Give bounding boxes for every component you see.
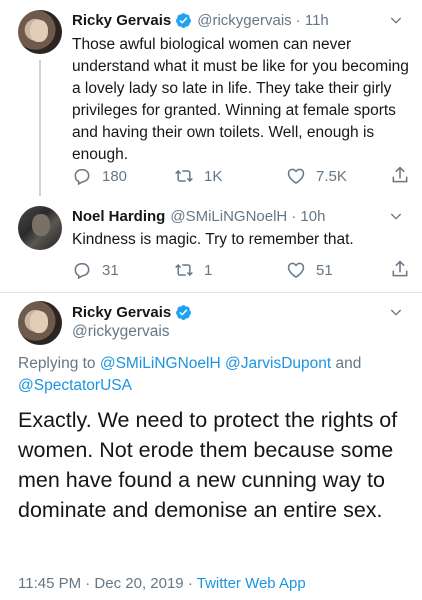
avatar[interactable] (18, 301, 62, 345)
chevron-down-icon[interactable] (388, 304, 404, 320)
tweet-header: Noel Harding @SMiLiNGNoelH · 10h (72, 205, 408, 227)
tweet-source-link[interactable]: Twitter Web App (197, 575, 306, 592)
main-tweet: Ricky Gervais @rickygervais Replying to … (0, 293, 422, 600)
tweet-time[interactable]: · 11h (296, 12, 329, 29)
avatar-face (30, 20, 48, 42)
avatar[interactable] (18, 10, 62, 54)
like-icon (287, 168, 305, 184)
avatar-face (30, 311, 48, 333)
tweet-actions: 180 1K 7.5K (72, 164, 410, 188)
reply-icon (74, 169, 90, 186)
retweet-button[interactable]: 1 (174, 258, 212, 282)
tweet-2[interactable]: Noel Harding @SMiLiNGNoelH · 10h Kindnes… (0, 196, 422, 292)
reply-icon (74, 263, 90, 280)
retweet-icon (175, 263, 193, 277)
like-count: 51 (316, 261, 333, 279)
tweet-text: Those awful biological women can never u… (72, 36, 409, 163)
reply-mention-link[interactable]: @JarvisDupont (225, 355, 331, 372)
share-icon[interactable] (390, 164, 410, 186)
reply-mention-link[interactable]: @SpectatorUSA (18, 377, 132, 394)
reply-mention-link[interactable]: @SMiLiNGNoelH (100, 355, 221, 372)
tweet-1[interactable]: Ricky Gervais @rickygervais · 11h Those … (0, 0, 422, 196)
thread-line (39, 60, 41, 196)
reply-button[interactable]: 180 (72, 164, 127, 188)
avatar[interactable] (18, 206, 62, 250)
tweet-header: Ricky Gervais @rickygervais · 11h (72, 9, 408, 31)
tweet-text: Exactly. We need to protect the rights o… (18, 408, 398, 522)
tweet-timestamp[interactable]: 11:45 PM · Dec 20, 2019 · (18, 575, 193, 592)
replying-to-label: Replying to (18, 355, 96, 372)
retweet-count: 1K (204, 167, 223, 185)
author-name[interactable]: Noel Harding (72, 208, 165, 225)
like-count: 7.5K (316, 167, 347, 185)
like-button[interactable]: 7.5K (286, 164, 347, 188)
reply-button[interactable]: 31 (72, 258, 119, 282)
verified-badge-icon (176, 304, 192, 320)
chevron-down-icon[interactable] (388, 208, 404, 224)
tweet-time[interactable]: · 10h (291, 208, 325, 225)
replying-to-and: and (335, 355, 362, 372)
author-name[interactable]: Ricky Gervais (72, 304, 171, 321)
avatar-face (32, 214, 50, 236)
reply-count: 31 (102, 261, 119, 279)
author-handle[interactable]: @rickygervais (197, 12, 291, 29)
author-handle[interactable]: @SMiLiNGNoelH (170, 208, 287, 225)
author-handle[interactable]: @rickygervais (72, 323, 170, 341)
like-button[interactable]: 51 (286, 258, 333, 282)
reply-count: 180 (102, 167, 128, 185)
like-icon (287, 262, 305, 278)
chevron-down-icon[interactable] (388, 12, 404, 28)
retweet-icon (175, 169, 193, 183)
retweet-count: 1 (204, 261, 213, 279)
tweet-actions: 31 1 51 (72, 258, 410, 282)
share-icon[interactable] (390, 258, 410, 280)
retweet-button[interactable]: 1K (174, 164, 222, 188)
tweet-text: Kindness is magic. Try to remember that. (72, 231, 354, 248)
author-name[interactable]: Ricky Gervais (72, 12, 171, 29)
tweet-meta: 11:45 PM · Dec 20, 2019 · Twitter Web Ap… (18, 575, 408, 592)
replying-to: Replying to @SMiLiNGNoelH @JarvisDupont … (18, 353, 408, 397)
verified-badge-icon (176, 12, 192, 28)
tweet-header: Ricky Gervais (72, 301, 408, 323)
